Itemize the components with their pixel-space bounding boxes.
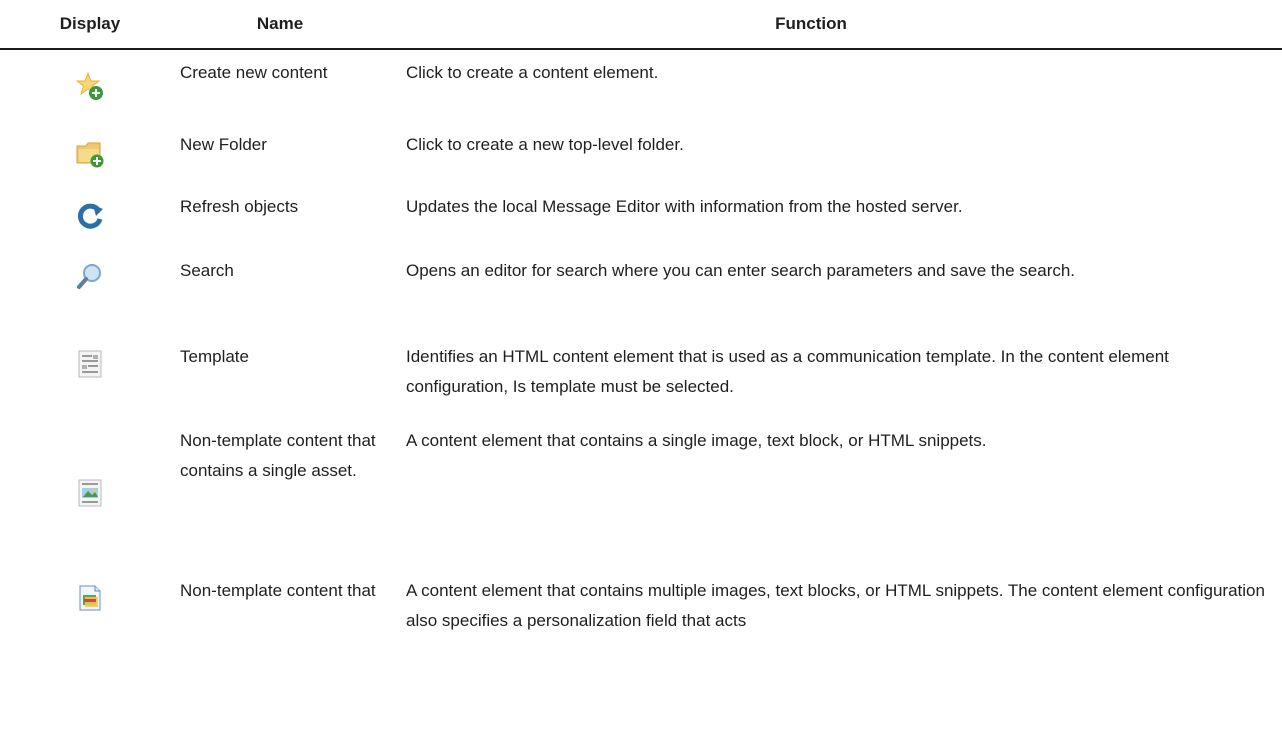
multi-asset-icon: [72, 580, 108, 616]
table-row: Search Opens an editor for search where …: [0, 248, 1282, 334]
row-function: Opens an editor for search where you can…: [406, 261, 1076, 280]
row-function: A content element that contains multiple…: [406, 581, 1265, 630]
table-row: Create new content Click to create a con…: [0, 50, 1282, 122]
row-function: Updates the local Message Editor with in…: [406, 197, 963, 216]
table-row: New Folder Click to create a new top-lev…: [0, 122, 1282, 184]
template-icon: [72, 346, 108, 382]
row-function: A content element that contains a single…: [406, 431, 987, 450]
row-name: Non-template content that: [180, 581, 376, 600]
search-icon: [72, 258, 108, 294]
folder-add-icon: [72, 135, 108, 171]
refresh-icon: [72, 198, 108, 234]
single-asset-icon: [72, 475, 108, 511]
row-name: Search: [180, 261, 234, 280]
row-function: Click to create a content element.: [406, 63, 659, 82]
header-function: Function: [775, 14, 847, 33]
table-header: Display Name Function: [0, 0, 1282, 50]
table-row: Refresh objects Updates the local Messag…: [0, 184, 1282, 248]
row-name: Template: [180, 347, 249, 366]
table-row: Non-template content that A content elem…: [0, 568, 1282, 658]
table-row: Template Identifies an HTML content elem…: [0, 334, 1282, 418]
icon-reference-table: Display Name Function Create new content…: [0, 0, 1282, 658]
row-name: Refresh objects: [180, 197, 299, 216]
star-add-icon: [72, 68, 108, 104]
row-function: Click to create a new top-level folder.: [406, 135, 684, 154]
header-name: Name: [256, 14, 304, 33]
row-name: Non-template content that contains a sin…: [180, 431, 376, 480]
header-display: Display: [59, 14, 121, 33]
row-function: Identifies an HTML content element that …: [406, 347, 1169, 396]
row-name: New Folder: [180, 135, 267, 154]
table-row: Non-template content that contains a sin…: [0, 418, 1282, 568]
row-name: Create new content: [180, 63, 328, 82]
